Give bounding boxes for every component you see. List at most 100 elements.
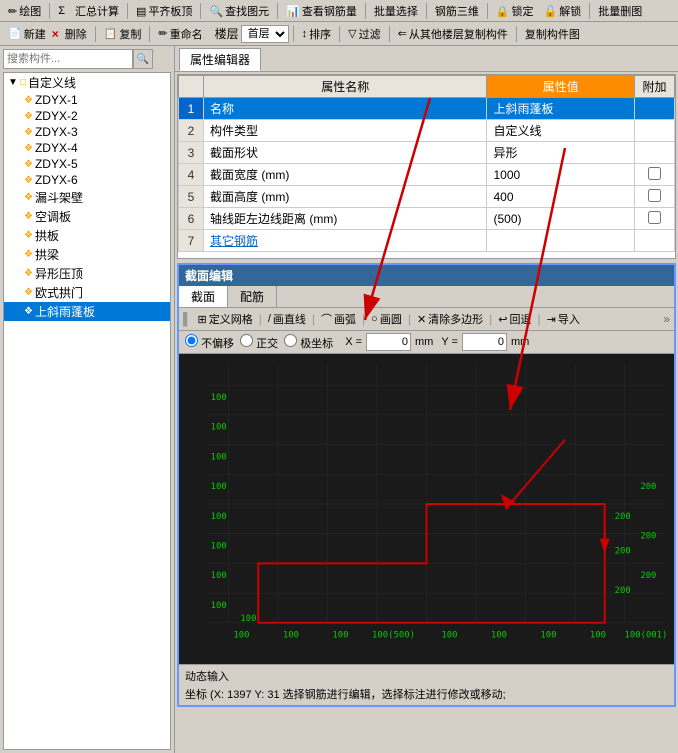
table-row[interactable]: 6 轴线距左边线距离 (mm) (500) <box>179 208 675 230</box>
tree-item-zdyx5[interactable]: ❖ ZDYX-5 <box>4 156 170 172</box>
tree-item-loudu[interactable]: ❖ 漏斗架壁 <box>4 188 170 207</box>
find-button[interactable]: 🔍 查找图元 <box>205 2 273 20</box>
svg-text:200: 200 <box>640 482 656 492</box>
table-row[interactable]: 2 构件类型 自定义线 <box>179 120 675 142</box>
prop-name: 截面高度 (mm) <box>204 186 487 208</box>
prop-value[interactable]: 异形 <box>487 142 635 164</box>
lock-button[interactable]: 🔒 锁定 <box>492 2 538 20</box>
unlock-button[interactable]: 🔓 解锁 <box>540 2 586 20</box>
tab-bar: 属性编辑器 <box>175 46 678 72</box>
prop-checkbox[interactable] <box>648 167 661 180</box>
clear-polygon-button[interactable]: ✕ 清除多边形 <box>413 310 487 328</box>
batch-delete-button[interactable]: 批量删图 <box>594 2 646 20</box>
copy-from-button[interactable]: ⇐ 从其他楼层复制构件 <box>394 25 512 43</box>
tree-item-label: ZDYX-5 <box>35 157 78 171</box>
search-button[interactable]: 🔍 <box>133 49 153 69</box>
prop-extra[interactable] <box>635 186 675 208</box>
prop-value[interactable]: (500) <box>487 208 635 230</box>
svg-text:100: 100 <box>590 631 606 641</box>
property-table: 属性名称 属性值 附加 1 名称 上斜雨蓬板 2 构件类型 <box>178 75 675 252</box>
delete-button[interactable]: 删除 <box>61 25 91 43</box>
prop-value[interactable] <box>487 230 635 252</box>
prop-name: 截面形状 <box>204 142 487 164</box>
main-area: 🔍 ▼ □ 自定义线 ❖ ZDYX-1 ❖ ZDYX-2 ❖ ZDYX-3 <box>0 46 678 753</box>
prop-extra[interactable] <box>635 208 675 230</box>
tree-item-oushi[interactable]: ❖ 欧式拱门 <box>4 283 170 302</box>
tab-rebar[interactable]: 配筋 <box>228 286 277 307</box>
prop-value[interactable]: 1000 <box>487 164 635 186</box>
search-input[interactable] <box>3 49 133 69</box>
view-rebar-button[interactable]: 📊 查看钢筋量 <box>282 2 361 20</box>
draw-line-button[interactable]: / 画直线 <box>264 310 310 328</box>
table-row[interactable]: 4 截面宽度 (mm) 1000 <box>179 164 675 186</box>
table-row[interactable]: 3 截面形状 异形 <box>179 142 675 164</box>
align-button[interactable]: ▤ 平齐板顶 <box>132 2 196 20</box>
tree-item-yixing[interactable]: ❖ 异形压顶 <box>4 264 170 283</box>
svg-text:200: 200 <box>615 512 631 522</box>
mode-orthogonal-label[interactable]: 正交 <box>240 334 278 351</box>
table-row[interactable]: 5 截面高度 (mm) 400 <box>179 186 675 208</box>
draw-button[interactable]: ✏ 绘图 <box>4 2 45 20</box>
tab-section[interactable]: 截面 <box>179 286 228 307</box>
copy-button[interactable]: 📋 复制 <box>100 25 146 43</box>
tree-item-gongban[interactable]: ❖ 拱板 <box>4 226 170 245</box>
undo-button[interactable]: ↩ 回退 <box>494 310 535 328</box>
table-row[interactable]: 1 名称 上斜雨蓬板 <box>179 98 675 120</box>
svg-text:100: 100 <box>211 423 227 433</box>
copy-struct-button[interactable]: 复制构件图 <box>521 25 584 43</box>
editor-title-bar: 截面编辑 <box>179 265 674 286</box>
sigma-button[interactable]: Σ <box>54 4 69 18</box>
tab-property-editor[interactable]: 属性编辑器 <box>179 48 261 71</box>
sigma-icon: Σ <box>58 5 65 17</box>
copy-icon: 📋 <box>104 27 118 40</box>
tree-root-item[interactable]: ▼ □ 自定义线 <box>4 73 170 92</box>
batch-select-button[interactable]: 批量选择 <box>370 2 422 20</box>
prop-checkbox[interactable] <box>648 189 661 202</box>
prop-extra <box>635 142 675 164</box>
rebar-3d-button[interactable]: 钢筋三维 <box>431 2 483 20</box>
prop-checkbox[interactable] <box>648 211 661 224</box>
tree-item-label: 上斜雨蓬板 <box>35 303 95 320</box>
draw-arc-button[interactable]: ⌒ 画弧 <box>317 310 360 328</box>
tree-item-zdyx1[interactable]: ❖ ZDYX-1 <box>4 92 170 108</box>
floor-select[interactable]: 首层 <box>241 25 289 43</box>
tree-toggle-root[interactable]: ▼ <box>6 77 20 88</box>
draw-circle-button[interactable]: ○ 画圆 <box>367 310 406 328</box>
circle-icon: ○ <box>371 313 378 325</box>
mode-nooffset-label[interactable]: 不偏移 <box>185 334 234 351</box>
prop-extra[interactable] <box>635 164 675 186</box>
sort-button[interactable]: ↕ 排序 <box>298 25 336 43</box>
canvas-area[interactable]: 100 100 100 100 100 100 100 100 100 100 … <box>179 354 674 664</box>
mode-polar-radio[interactable] <box>284 334 297 347</box>
mode-nooffset-radio[interactable] <box>185 334 198 347</box>
calc-button[interactable]: 汇总计算 <box>71 2 123 20</box>
tree-item-zdyx4[interactable]: ❖ ZDYX-4 <box>4 140 170 156</box>
x-input[interactable] <box>366 333 411 351</box>
prop-value[interactable]: 上斜雨蓬板 <box>487 98 635 120</box>
prop-value[interactable]: 自定义线 <box>487 120 635 142</box>
mode-orthogonal-radio[interactable] <box>240 334 253 347</box>
mode-polar-label[interactable]: 极坐标 <box>284 334 333 351</box>
tree-item-kongtiao[interactable]: ❖ 空调板 <box>4 207 170 226</box>
tree-root-label: 自定义线 <box>28 74 76 91</box>
tree-item-yupengban[interactable]: ❖ 上斜雨蓬板 <box>4 302 170 321</box>
row-num: 1 <box>179 98 204 120</box>
svg-text:100: 100 <box>240 614 256 624</box>
import-button[interactable]: ⇥ 导入 <box>543 310 584 328</box>
tree-item-zdyx6[interactable]: ❖ ZDYX-6 <box>4 172 170 188</box>
prop-name: 轴线距左边线距离 (mm) <box>204 208 487 230</box>
prop-value[interactable]: 400 <box>487 186 635 208</box>
filter-button[interactable]: ▽ 过滤 <box>344 25 384 43</box>
svg-text:100: 100 <box>211 512 227 522</box>
rename-button[interactable]: ✏ 重命名 <box>154 25 206 43</box>
new-button[interactable]: 📄 新建 <box>4 25 50 43</box>
tree-item-zdyx2[interactable]: ❖ ZDYX-2 <box>4 108 170 124</box>
other-rebar-link[interactable]: 其它钢筋 <box>210 234 258 248</box>
tree-item-zdyx3[interactable]: ❖ ZDYX-3 <box>4 124 170 140</box>
close-x-icon[interactable]: × <box>52 27 59 41</box>
tree-item-gongliang[interactable]: ❖ 拱梁 <box>4 245 170 264</box>
table-row[interactable]: 7 其它钢筋 <box>179 230 675 252</box>
item-icon-6: ❖ <box>24 175 33 186</box>
define-grid-button[interactable]: ⊞ 定义网格 <box>194 310 257 328</box>
y-input[interactable] <box>462 333 507 351</box>
